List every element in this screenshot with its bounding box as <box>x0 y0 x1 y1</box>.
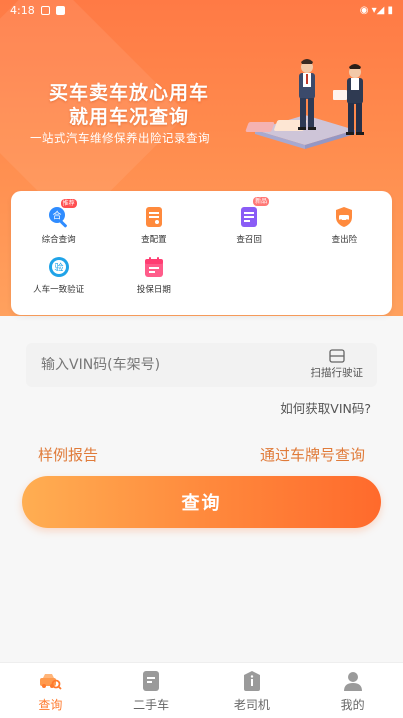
vin-input[interactable] <box>41 357 291 373</box>
feature-comprehensive-query[interactable]: 合 推荐 综合查询 <box>11 199 106 245</box>
document-icon <box>143 671 160 691</box>
info-box-icon <box>243 671 260 691</box>
status-indicators: ◉ ▾◢ ▮ <box>359 4 393 16</box>
vin-input-box: 扫描行驶证 <box>26 343 377 387</box>
feature-person-car-verify[interactable]: 验 人车一致验证 <box>11 255 106 295</box>
status-left: 4:18 <box>10 4 65 17</box>
feature-card: 合 推荐 综合查询 查配置 新品 查召回 查出险 验 人车一致验证 投保日期 <box>11 191 392 315</box>
recall-doc-icon: 新品 <box>237 197 270 229</box>
query-button[interactable]: 查询 <box>22 476 381 528</box>
bottom-nav: 查询 二手车 老司机 我的 <box>0 662 403 718</box>
plate-query-link[interactable]: 通过车牌号查询 <box>260 444 365 465</box>
sample-report-link[interactable]: 样例报告 <box>38 444 98 465</box>
scan-icon <box>329 349 345 363</box>
svg-text:验: 验 <box>54 262 63 274</box>
scan-label: 扫描行驶证 <box>310 367 364 379</box>
status-time: 4:18 <box>10 3 35 17</box>
feature-badge-recommend: 推荐 <box>60 199 77 208</box>
car-shield-icon <box>332 205 356 229</box>
user-icon <box>343 672 362 691</box>
notification-icon <box>40 5 50 15</box>
status-right: ◉ ▾◢ ▮ <box>360 5 393 16</box>
hero-subtitle: 一站式汽车维修保养出险记录查询 <box>30 131 210 145</box>
car-search-icon <box>40 674 63 690</box>
feature-grid: 合 推荐 综合查询 查配置 新品 查召回 查出险 验 人车一致验证 投保日期 <box>11 197 392 295</box>
hero-headline-line2: 就用车况查询 <box>68 106 189 128</box>
vin-help-link[interactable]: 如何获取VIN码? <box>280 398 371 417</box>
nav-tab-used-car[interactable]: 二手车 <box>101 663 202 718</box>
verify-icon: 验 <box>47 255 71 279</box>
feature-label: 投保日期 <box>136 285 171 295</box>
status-bar: 4:18 ◉ ▾◢ ▮ <box>0 0 403 20</box>
hero-illustration <box>245 59 364 149</box>
feature-label: 人车一致验证 <box>33 285 85 295</box>
feature-label: 查召回 <box>236 235 262 245</box>
feature-label: 查配置 <box>141 235 167 245</box>
feature-label: 查出险 <box>331 235 358 245</box>
nav-tab-old-driver[interactable]: 老司机 <box>202 663 303 718</box>
nav-label: 老司机 <box>233 698 270 712</box>
scan-license-button[interactable]: 扫描行驶证 <box>310 349 364 380</box>
feature-insurance-date[interactable]: 投保日期 <box>106 255 201 295</box>
app-notification-icon <box>55 5 65 15</box>
search-combo-icon: 合 推荐 <box>47 199 77 229</box>
nav-label: 查询 <box>38 698 63 712</box>
feature-accident-query[interactable]: 查出险 <box>297 205 392 245</box>
nav-tab-mine[interactable]: 我的 <box>302 663 403 718</box>
feature-config-query[interactable]: 查配置 <box>106 205 201 245</box>
nav-label: 我的 <box>340 698 365 712</box>
nav-label: 二手车 <box>133 698 170 712</box>
hero-headline-line1: 买车卖车放心用车 <box>48 82 209 104</box>
calendar-icon <box>142 255 166 279</box>
nav-tab-query[interactable]: 查询 <box>0 663 101 718</box>
feature-recall-query[interactable]: 新品 查召回 <box>202 197 297 245</box>
feature-label: 综合查询 <box>41 235 76 245</box>
feature-badge-new: 新品 <box>253 197 270 206</box>
svg-text:合: 合 <box>52 210 61 222</box>
config-doc-icon <box>142 205 166 229</box>
